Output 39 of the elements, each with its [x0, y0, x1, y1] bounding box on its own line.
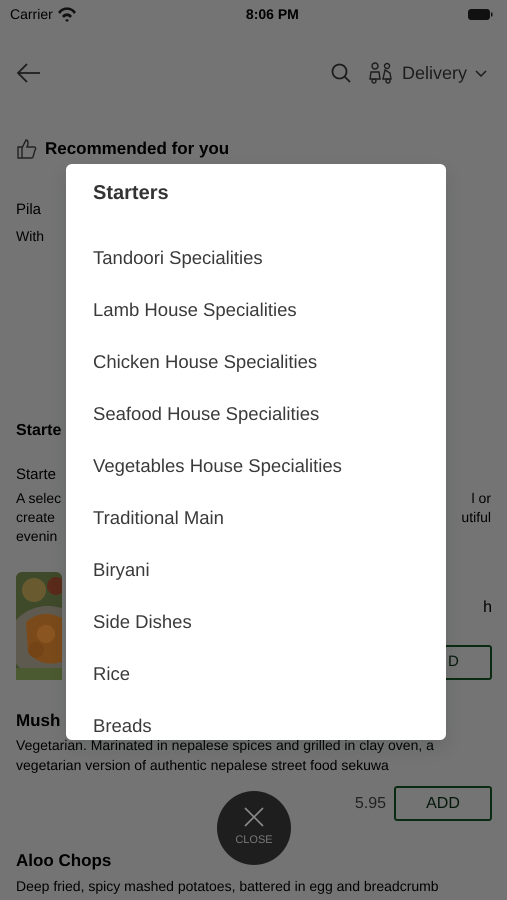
dialog-title: Starters [93, 182, 169, 204]
description-text: h [483, 598, 492, 616]
chevron-down-icon [475, 70, 487, 76]
dish-name: Aloo Chops [16, 851, 112, 870]
category-item[interactable]: Side Dishes [93, 596, 192, 648]
category-item[interactable]: Vegetables House Specialities [93, 440, 342, 492]
dish-description: Vegetarian. Marinated in nepalese spices and grilled in clay oven, a vegetarian version of authentic nepalese street food sekuwa [16, 737, 434, 773]
close-button[interactable]: CLOSE [217, 791, 291, 865]
delivery-mode-selector[interactable]: Delivery [366, 60, 487, 86]
dish-price: 5.95 [354, 794, 386, 814]
search-icon[interactable] [330, 63, 351, 83]
status-time: 8:06 PM [246, 4, 299, 24]
category-title: Starte [16, 466, 56, 483]
dish-description: Deep fried, spicy mashed potatoes, battered in egg and breadcrumb [16, 878, 439, 894]
add-button[interactable]: ADD [394, 786, 492, 821]
category-item[interactable]: Biryani [93, 544, 150, 596]
category-item[interactable]: Rice [93, 648, 130, 700]
description-text: evenin [16, 526, 58, 546]
close-icon [244, 807, 264, 828]
description-text: utiful [461, 508, 491, 526]
description-text: l or [472, 488, 491, 508]
category-item[interactable]: Seafood House Specialities [93, 388, 320, 440]
battery-icon [468, 8, 493, 20]
category-item[interactable]: Traditional Main [93, 492, 224, 544]
thumbs-up-icon [16, 138, 37, 160]
wifi-icon [56, 6, 77, 22]
dish-name: Pila [16, 200, 42, 218]
dish-name: Mush [16, 710, 60, 730]
category-item[interactable]: Breads [93, 700, 152, 740]
back-arrow-icon[interactable] [16, 62, 42, 84]
dish-description: With [16, 228, 44, 244]
section-title: Recommended for you [45, 138, 230, 160]
section-title: Starte [16, 422, 62, 439]
category-item[interactable]: Chicken House Specialities [93, 336, 318, 388]
description-text: A selec [16, 488, 62, 508]
category-item[interactable]: Lamb House Specialities [93, 284, 297, 336]
carrier-name: Carrier [10, 4, 53, 24]
category-item[interactable]: Tandoori Specialities [93, 232, 263, 284]
description-text: create [16, 508, 55, 526]
